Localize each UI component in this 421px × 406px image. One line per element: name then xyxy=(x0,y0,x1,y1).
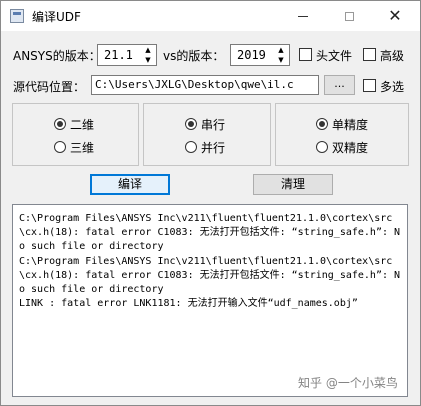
radio-single-precision-label: 单精度 xyxy=(332,118,369,132)
radio-single-precision[interactable] xyxy=(316,118,328,130)
radio-serial-label: 串行 xyxy=(201,118,226,132)
app-icon xyxy=(10,9,24,23)
header-file-label: 头文件 xyxy=(316,49,353,63)
advanced-label: 高级 xyxy=(380,49,405,63)
spin-down-icon[interactable]: ▼ xyxy=(145,56,150,64)
radio-double-precision-label: 双精度 xyxy=(332,141,369,155)
minimize-button[interactable] xyxy=(280,1,326,31)
execution-group: 串行 并行 xyxy=(143,103,271,166)
source-path-label: 源代码位置： xyxy=(13,80,86,94)
multi-select-checkbox[interactable] xyxy=(363,79,376,92)
main-window: 编译UDF ✕ ANSYS的版本： 21.1 ▲ ▼ vs的版本： 2019 ▲… xyxy=(0,0,421,406)
maximize-icon xyxy=(344,11,354,21)
vs-version-label: vs的版本： xyxy=(163,49,225,63)
radio-2d[interactable] xyxy=(54,118,66,130)
close-button[interactable]: ✕ xyxy=(372,1,418,31)
radio-3d-label: 三维 xyxy=(70,141,95,155)
ansys-version-spinbox[interactable]: 21.1 ▲ ▼ xyxy=(97,44,157,66)
watermark: 知乎 @一个小菜鸟 xyxy=(298,376,398,390)
multi-select-label: 多选 xyxy=(380,80,405,94)
close-icon: ✕ xyxy=(388,6,402,25)
radio-2d-label: 二维 xyxy=(70,118,95,132)
spin-up-icon[interactable]: ▲ xyxy=(145,46,150,54)
output-log[interactable]: C:\Program Files\ANSYS Inc\v211\fluent\f… xyxy=(12,204,408,397)
advanced-checkbox[interactable] xyxy=(363,48,376,61)
vs-version-spinbox[interactable]: 2019 ▲ ▼ xyxy=(230,44,290,66)
header-file-checkbox[interactable] xyxy=(299,48,312,61)
radio-serial[interactable] xyxy=(185,118,197,130)
maximize-button[interactable] xyxy=(326,1,372,31)
spin-down-icon[interactable]: ▼ xyxy=(278,56,283,64)
radio-double-precision[interactable] xyxy=(316,141,328,153)
precision-group: 单精度 双精度 xyxy=(275,103,409,166)
radio-parallel-label: 并行 xyxy=(201,141,226,155)
compile-button[interactable]: 编译 xyxy=(90,174,170,195)
vs-version-value: 2019 xyxy=(237,48,266,62)
dimension-group: 二维 三维 xyxy=(12,103,139,166)
ansys-version-label: ANSYS的版本： xyxy=(13,49,101,63)
source-path-input[interactable]: C:\Users\JXLG\Desktop\qwe\il.c xyxy=(91,75,319,95)
spin-up-icon[interactable]: ▲ xyxy=(278,46,283,54)
radio-3d[interactable] xyxy=(54,141,66,153)
browse-button[interactable]: ... xyxy=(324,75,355,95)
title-bar[interactable]: 编译UDF ✕ xyxy=(1,1,420,31)
radio-parallel[interactable] xyxy=(185,141,197,153)
ansys-version-value: 21.1 xyxy=(104,48,133,62)
minimize-icon xyxy=(298,15,308,17)
window-title: 编译UDF xyxy=(32,10,81,24)
clear-button[interactable]: 清理 xyxy=(253,174,333,195)
